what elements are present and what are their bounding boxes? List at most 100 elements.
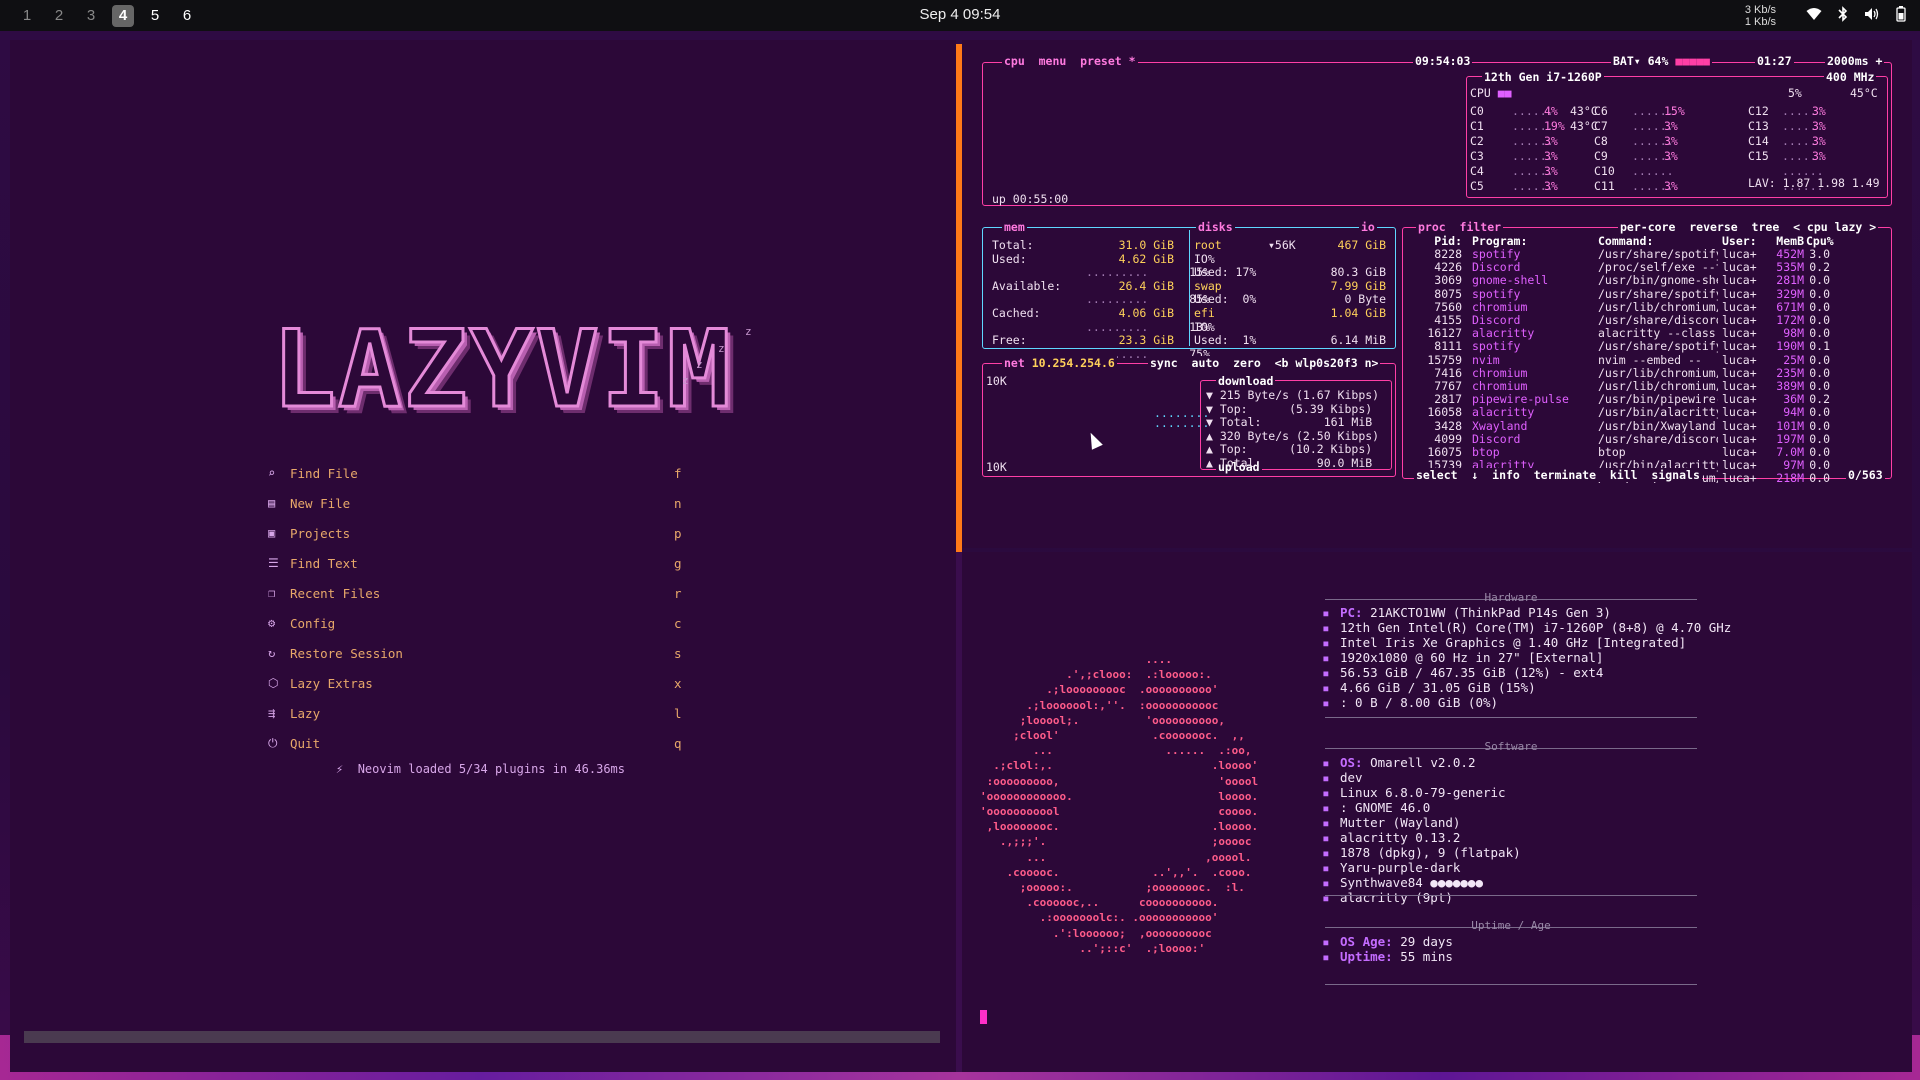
proc-cell: 16127: [1427, 326, 1462, 341]
battery-icon[interactable]: [1896, 6, 1906, 25]
proc-cell: 4155: [1434, 313, 1462, 327]
proc-cell: alacritty --class 0: [1598, 326, 1718, 341]
fastfetch-value: 55 mins: [1400, 949, 1453, 964]
proc-options[interactable]: per-core reverse tree < cpu lazy >: [1618, 220, 1879, 234]
cpu-tabs[interactable]: cpu menu preset *: [1002, 54, 1138, 68]
proc-cell: nvim --embed --: [1598, 352, 1702, 367]
menu-item-new-file[interactable]: ▤ New File n: [268, 488, 688, 518]
proc-cell: 0.0: [1809, 379, 1830, 393]
cpu-core-cell: C7: [1594, 119, 1608, 133]
proc-cell: 98M: [1783, 326, 1804, 341]
mem-value: 4.62 GiB: [1118, 251, 1174, 266]
battery-bar: ■■■■■: [1675, 54, 1710, 68]
cpu-core-cell: 3%: [1664, 134, 1678, 148]
software-section-end: [1325, 895, 1697, 896]
cpu-core-cell: ......: [1632, 164, 1674, 178]
io-toggle[interactable]: io: [1359, 220, 1377, 234]
fastfetch-value: Intel Iris Xe Graphics @ 1.40 GHz [Integ…: [1340, 635, 1687, 650]
menu-item-lazy-extras[interactable]: ⬡ Lazy Extras x: [268, 668, 688, 698]
proc-cell: luca+: [1722, 418, 1757, 433]
fastfetch-key: PC:: [1340, 605, 1371, 620]
proc-cell: 0.0: [1809, 352, 1830, 367]
uptime-section: Uptime / Age: [1325, 919, 1697, 932]
neovim-window[interactable]: LAZYVIM z z z z ⌕ Find File f ▤ New File n ▣ Pr…: [10, 40, 956, 1072]
proc-cell: btop: [1472, 445, 1500, 459]
mem-value: 26.4 GiB: [1118, 278, 1174, 293]
proc-cell: luca+: [1722, 445, 1757, 459]
bluetooth-icon[interactable]: [1838, 6, 1848, 25]
proc-cell: /usr/lib/chromium/c: [1598, 299, 1718, 314]
cpu-core-cell: C13: [1748, 119, 1769, 133]
cpu-core-cell: C12: [1748, 104, 1769, 118]
mem-title: mem: [1002, 220, 1027, 234]
proc-cell: chromium: [1472, 365, 1528, 380]
fastfetch-value: 1920x1080 @ 60 Hz in 27" [External]: [1340, 650, 1604, 665]
fastfetch-line: ▪ 12th Gen Intel(R) Core(TM) i7-1260P (8+…: [1322, 620, 1731, 635]
proc-tabs[interactable]: proc filter: [1416, 220, 1504, 234]
proc-cell: 94M: [1783, 405, 1804, 420]
menu-item-find-file[interactable]: ⌕ Find File f: [268, 458, 688, 488]
sleep-z: z: [682, 374, 689, 387]
sw-icon: ▪: [1322, 860, 1330, 875]
proc-cell: 0.0: [1809, 365, 1830, 380]
cpu-label: CPU: [1470, 86, 1491, 100]
cpu-core-cell: 4%: [1544, 104, 1558, 118]
fastfetch-line: ▪ PC: 21AKCTO1WW (ThinkPad P14s Gen 3): [1322, 605, 1611, 620]
sw-icon: ▪: [1322, 845, 1330, 860]
proc-cell: 671M: [1776, 299, 1804, 314]
hw-icon: ▪: [1322, 695, 1330, 710]
mem-value: 23.3 GiB: [1118, 333, 1174, 348]
btop-window[interactable]: cpu menu preset * 09:54:03 BAT▾ 64% ■■■■…: [962, 40, 1912, 548]
fastfetch-line: ▪ 1878 (dpkg), 9 (flatpak): [1322, 845, 1521, 860]
menu-item-recent-files[interactable]: ❐ Recent Files r: [268, 578, 688, 608]
fastfetch-line: ▪ dev: [1322, 770, 1363, 785]
menu-item-label: Lazy: [290, 705, 321, 721]
proc-cell: luca+: [1722, 379, 1757, 393]
proc-cell: alacritty: [1472, 405, 1535, 420]
fastfetch-terminal[interactable]: .... .',;clooo: .:looooo:. .;looooooooc …: [962, 552, 1912, 1072]
sw-icon: ▪: [1322, 830, 1330, 845]
net-tabs[interactable]: sync auto zero <b wlp0s20f3 n>: [1148, 356, 1381, 370]
disk-value: 7.99 GiB: [1330, 278, 1386, 293]
wifi-icon[interactable]: [1806, 7, 1822, 24]
proc-header-cell: MemB: [1776, 234, 1804, 248]
file-icon: ▤: [268, 496, 276, 510]
hw-icon: ▪: [1322, 665, 1330, 680]
fastfetch-line: ▪ 4.66 GiB / 31.05 GiB (15%): [1322, 680, 1536, 695]
update-interval[interactable]: 2000ms +: [1825, 54, 1885, 68]
fastfetch-value: 4.66 GiB / 31.05 GiB (15%): [1340, 680, 1536, 695]
extras-icon: ⬡: [268, 676, 279, 690]
menu-item-projects[interactable]: ▣ Projects p: [268, 518, 688, 548]
net-stat: ▲ 320 Byte/s (2.50 Kibps): [1206, 428, 1380, 443]
menu-item-quit[interactable]: ⏻ Quit q: [268, 728, 688, 758]
cpu-core-cell: 3%: [1812, 104, 1826, 118]
fastfetch-line: ▪ alacritty 0.13.2: [1322, 830, 1460, 845]
menu-item-key: p: [674, 525, 682, 541]
disk-io: ▾56K: [1268, 238, 1296, 252]
cpu-core-cell: C4: [1470, 164, 1484, 178]
mem-value: 31.0 GiB: [1118, 238, 1174, 252]
proc-cell: luca+: [1722, 392, 1757, 407]
proc-cell: /usr/bin/gnome-shel: [1598, 273, 1718, 288]
menu-item-key: f: [674, 465, 682, 481]
net-stat: ▲ Top: (10.2 Kibps): [1206, 442, 1373, 457]
proc-cell: 0.0: [1809, 299, 1830, 314]
menu-item-restore-session[interactable]: ↻ Restore Session s: [268, 638, 688, 668]
menu-item-label: Find File: [290, 465, 358, 481]
mem-label: Free:: [992, 333, 1027, 348]
restore-icon: ↻: [268, 646, 276, 660]
fastfetch-line: ▪ OS Age: 29 days: [1322, 934, 1453, 949]
clock[interactable]: Sep 4 09:54: [0, 6, 1920, 23]
fastfetch-value: Omarell v2.0.2: [1370, 755, 1476, 770]
volume-icon[interactable]: [1864, 7, 1880, 24]
cpu-core-cell: 19%: [1544, 119, 1565, 133]
proc-cell: 7767: [1434, 379, 1462, 393]
cpu-total-pct: 5%: [1788, 86, 1802, 100]
menu-item-config[interactable]: ⚙ Config c: [268, 608, 688, 638]
menu-item-lazy[interactable]: ⇶ Lazy l: [268, 698, 688, 728]
menu-item-key: s: [674, 645, 682, 661]
proc-footer[interactable]: select ↓ info terminate kill signals: [1414, 468, 1702, 482]
proc-cell: 0.2: [1809, 260, 1830, 275]
proc-cell: 281M: [1776, 273, 1804, 288]
menu-item-find-text[interactable]: ☰ Find Text g: [268, 548, 688, 578]
